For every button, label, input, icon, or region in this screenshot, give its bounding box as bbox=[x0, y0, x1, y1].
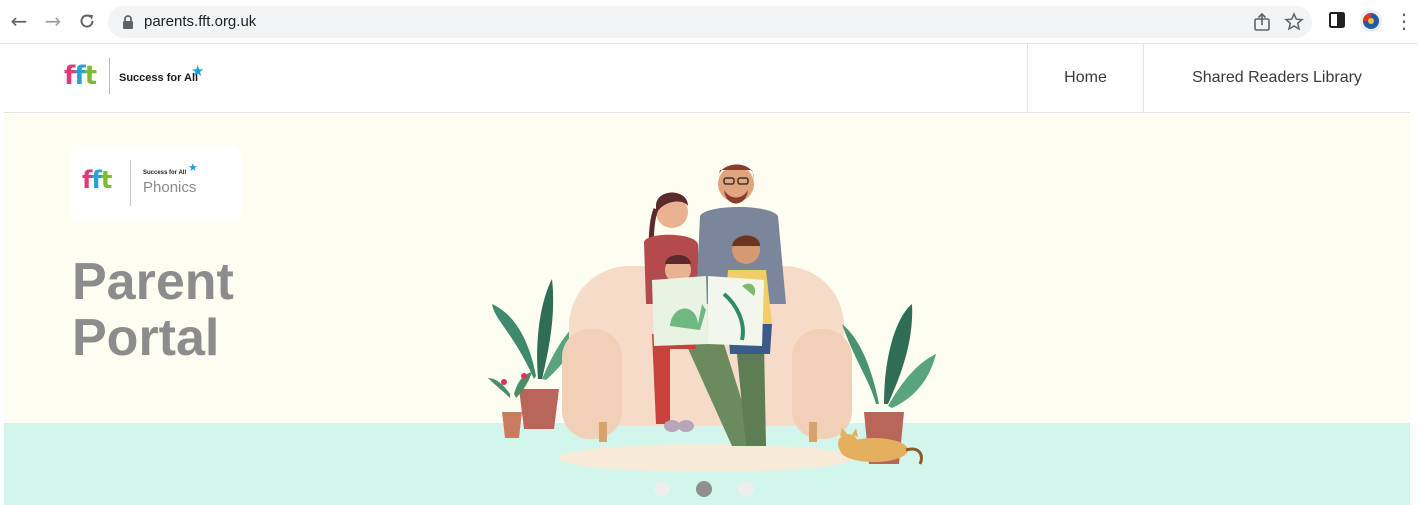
carousel-dot-3[interactable] bbox=[738, 481, 754, 497]
logo-letter-f1: f bbox=[64, 61, 75, 91]
rug bbox=[558, 444, 854, 472]
logo-letter-t: t bbox=[84, 61, 97, 91]
logo-letter-f2: f bbox=[74, 61, 85, 91]
page-title: Parent Portal bbox=[72, 254, 234, 366]
title-line-1: Parent bbox=[72, 253, 234, 311]
url-text[interactable]: parents.fft.org.uk bbox=[144, 13, 256, 30]
card-letter-t: t bbox=[100, 166, 113, 194]
logo-tagline: Success for All bbox=[119, 72, 199, 84]
card-divider bbox=[130, 160, 131, 206]
star-icon: ★ bbox=[191, 62, 205, 80]
title-line-2: Portal bbox=[72, 309, 220, 367]
nav-shared-readers-library[interactable]: Shared Readers Library bbox=[1143, 44, 1410, 112]
card-star-icon: ★ bbox=[188, 161, 198, 174]
hero-banner: fft Success for All ★ Phonics Parent Por… bbox=[4, 114, 1410, 505]
forward-arrow-icon[interactable]: → bbox=[42, 10, 64, 32]
address-bar[interactable]: parents.fft.org.uk bbox=[108, 6, 1312, 38]
share-icon[interactable] bbox=[1252, 12, 1272, 32]
phonics-fft-logo: fft bbox=[82, 166, 113, 194]
browser-toolbar: ← → parents.fft.org.uk ⋮ bbox=[0, 0, 1418, 44]
card-product-name: Phonics bbox=[143, 179, 197, 196]
site-header: fft Success for All ★ Home Shared Reader… bbox=[4, 44, 1410, 113]
fft-logo[interactable]: fft bbox=[64, 61, 97, 91]
carousel-dot-2-active[interactable] bbox=[696, 481, 712, 497]
bookmark-star-icon[interactable] bbox=[1284, 12, 1304, 32]
reload-icon[interactable] bbox=[76, 10, 98, 32]
card-letter-f2: f bbox=[91, 166, 102, 194]
logo-divider bbox=[109, 58, 110, 94]
side-panel-icon[interactable] bbox=[1328, 11, 1346, 29]
profile-avatar-icon[interactable] bbox=[1359, 9, 1383, 33]
phonics-logo-card: fft Success for All ★ Phonics bbox=[70, 146, 242, 222]
open-book bbox=[652, 276, 764, 346]
family-reading-illustration bbox=[488, 164, 936, 472]
back-arrow-icon[interactable]: ← bbox=[8, 10, 30, 32]
card-tagline: Success for All bbox=[143, 170, 187, 176]
kebab-menu-icon[interactable]: ⋮ bbox=[1394, 10, 1414, 32]
nav-home[interactable]: Home bbox=[1027, 44, 1143, 112]
carousel-dot-1[interactable] bbox=[654, 481, 670, 497]
lock-icon[interactable] bbox=[122, 15, 134, 29]
